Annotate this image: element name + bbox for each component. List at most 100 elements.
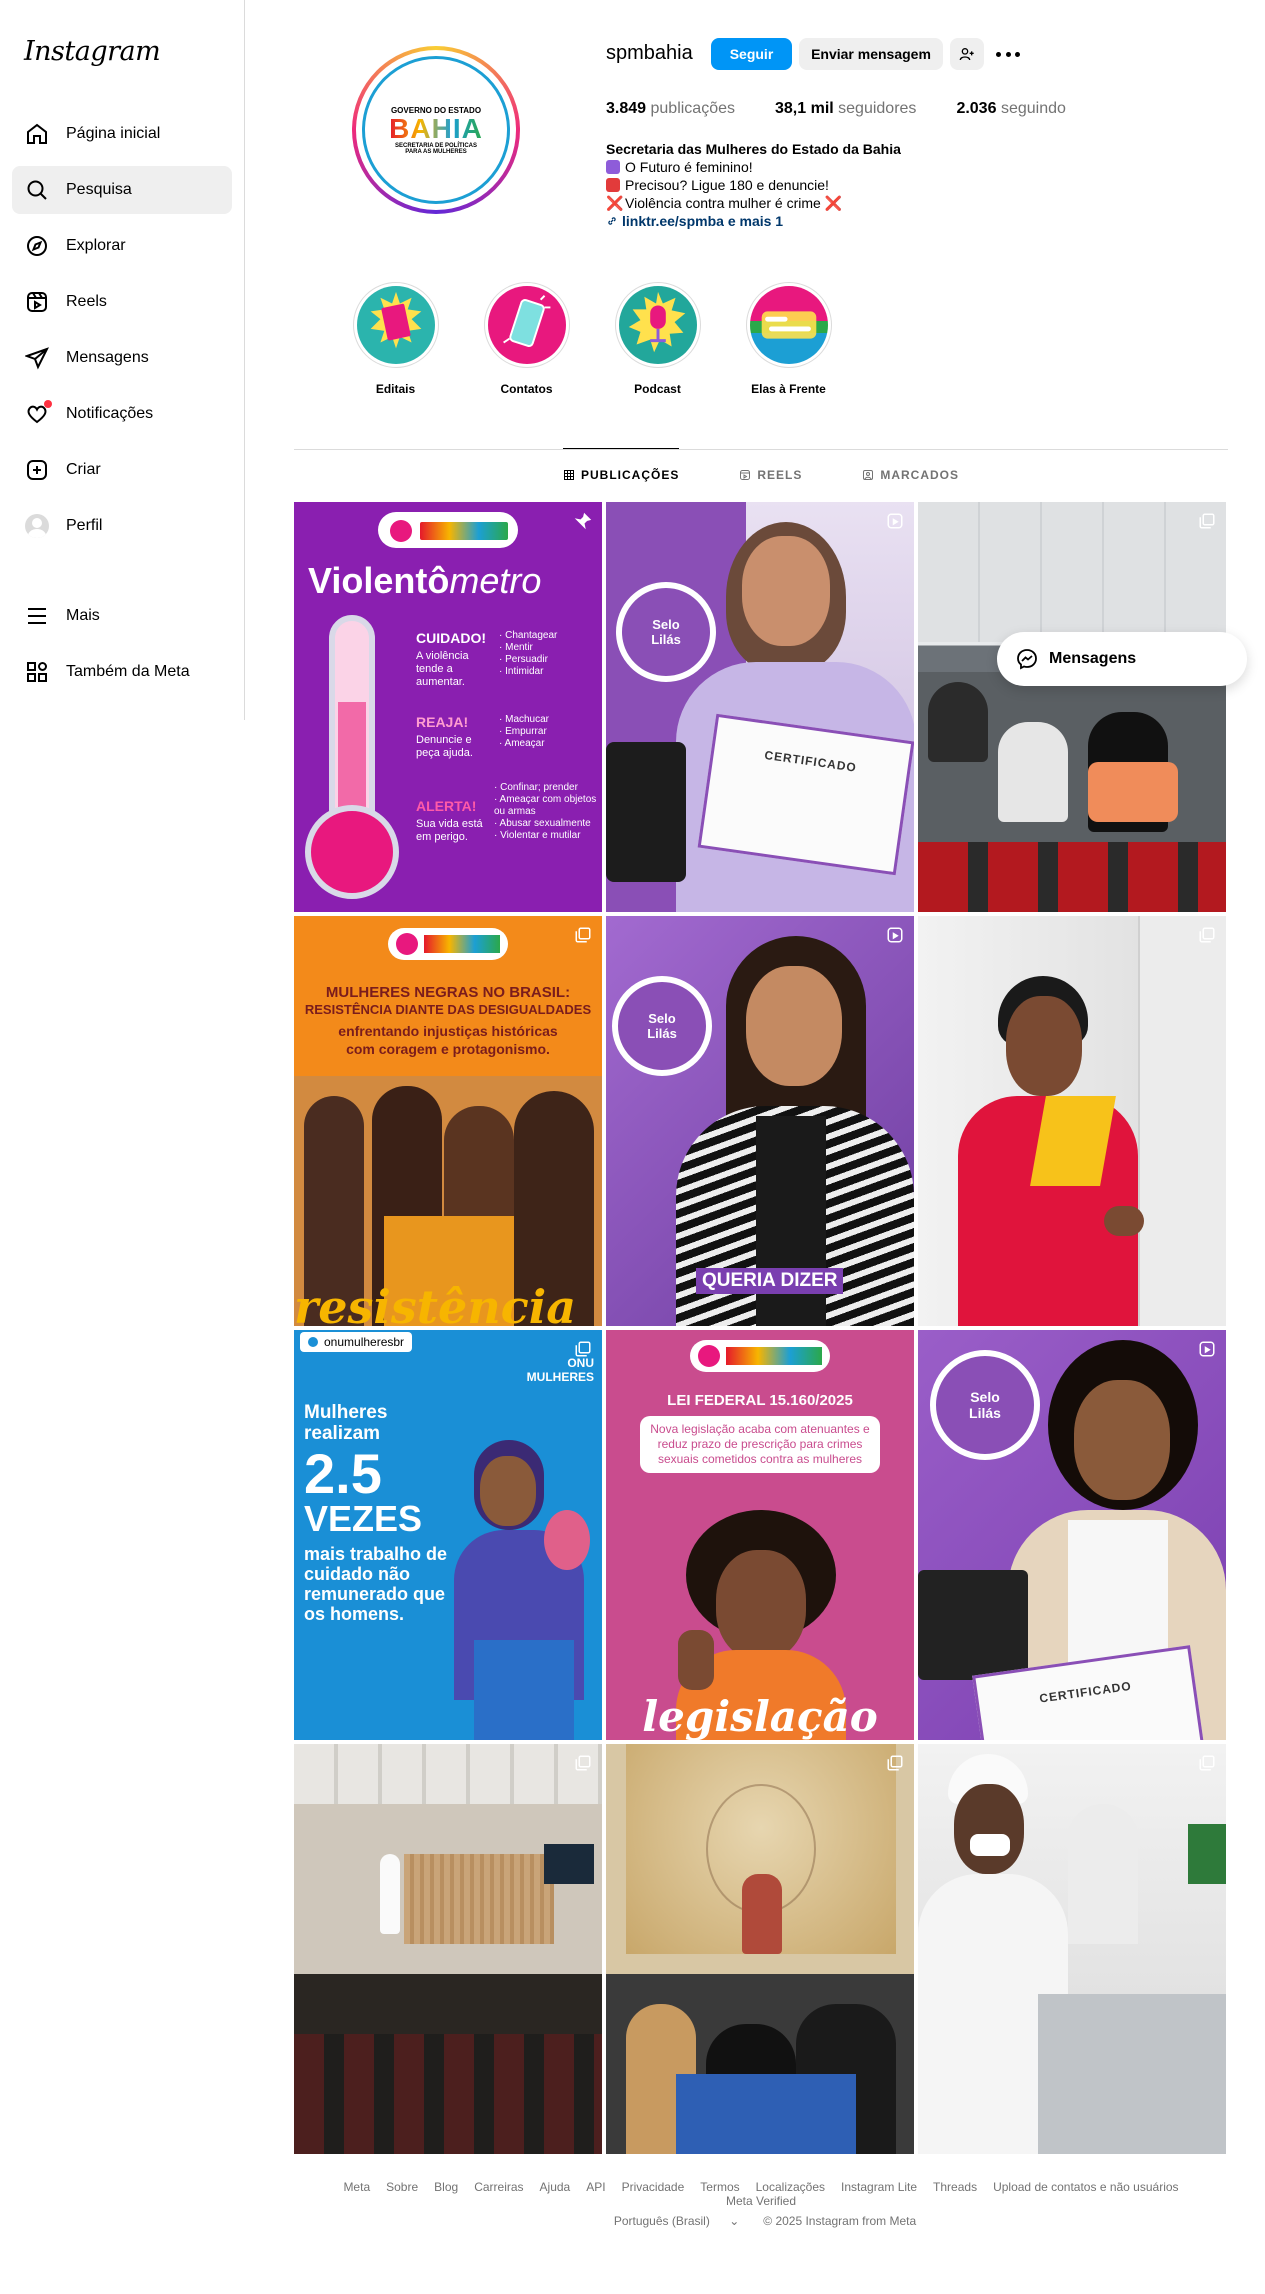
- posts-grid: Violentômetro CUIDADO! A violência tende…: [294, 502, 1228, 2154]
- post[interactable]: MULHERES NEGRAS NO BRASIL: RESISTÊNCIA D…: [294, 916, 602, 1326]
- tab-tagged[interactable]: MARCADOS: [862, 449, 959, 501]
- post[interactable]: [918, 1744, 1226, 2154]
- nav-search[interactable]: Pesquisa: [12, 166, 232, 214]
- footer-link[interactable]: Ajuda: [540, 2180, 571, 2194]
- post[interactable]: Selo Lilás QUERIA DIZER: [606, 916, 914, 1326]
- reels-icon: [740, 470, 751, 480]
- footer-link[interactable]: Sobre: [386, 2180, 418, 2194]
- certificate: CERTIFICADO: [697, 713, 914, 876]
- raised-hand: [678, 1630, 714, 1690]
- post[interactable]: [294, 1744, 602, 2154]
- dot: [1005, 51, 1011, 57]
- law-description: Nova legislação acaba com atenuantes e r…: [640, 1416, 880, 1473]
- profile-username: spmbahia: [606, 42, 693, 64]
- stat-label: seguindo: [1000, 100, 1066, 117]
- nav-messages[interactable]: Mensagens: [12, 334, 232, 382]
- pin-icon: [574, 512, 592, 530]
- profile-stats: 3.849 publicações 38,1 mil seguidores 2.…: [606, 100, 1106, 118]
- chairs: [918, 842, 1226, 912]
- highlight-contatos[interactable]: Contatos: [461, 282, 592, 396]
- nav-notifications[interactable]: Notificações: [12, 390, 232, 438]
- footer-link[interactable]: Meta Verified: [726, 2194, 796, 2208]
- language-select[interactable]: Português (Brasil) ⌄: [606, 2214, 747, 2228]
- nav-more[interactable]: Mais: [12, 592, 232, 640]
- footer-link[interactable]: Threads: [933, 2180, 977, 2194]
- footer-link[interactable]: Upload de contatos e não usuários: [993, 2180, 1178, 2194]
- follow-button[interactable]: Seguir: [711, 38, 792, 70]
- tab-label: REELS: [757, 468, 803, 482]
- highlight-podcast[interactable]: Podcast: [592, 282, 723, 396]
- level-items: · Confinar; prender · Ameaçar com objeto…: [494, 782, 597, 841]
- nav-also-from-meta[interactable]: Também da Meta: [12, 648, 232, 696]
- highlight-label: Podcast: [634, 382, 681, 396]
- footer-link[interactable]: API: [586, 2180, 605, 2194]
- speaker: [380, 1854, 400, 1934]
- post[interactable]: Selo Lilás CERTIFICADO: [606, 502, 914, 912]
- footer-link[interactable]: Termos: [700, 2180, 739, 2194]
- ceiling: [294, 1744, 602, 1804]
- menu-icon: [24, 603, 50, 629]
- bio-line: O Futuro é feminino!: [606, 158, 901, 176]
- footer-link[interactable]: Instagram Lite: [841, 2180, 917, 2194]
- grid-icon: [563, 470, 574, 480]
- highlight-ring: [483, 282, 570, 368]
- footer-link[interactable]: Privacidade: [622, 2180, 685, 2194]
- reel-icon: [886, 926, 904, 944]
- suggested-users-button[interactable]: [950, 38, 984, 70]
- footer-bottom: Português (Brasil) ⌄ © 2025 Instagram fr…: [294, 2214, 1228, 2228]
- collab-tag[interactable]: onumulheresbr: [300, 1332, 413, 1352]
- person-face: [742, 536, 830, 646]
- logo-line3: SECRETARIA DE POLÍTICAS PARA AS MULHERES: [394, 142, 477, 155]
- highlight-cover: [487, 286, 566, 364]
- stat-following[interactable]: 2.036 seguindo: [956, 100, 1065, 118]
- main-nav: Página inicial Pesquisa Explorar Reels M…: [12, 110, 232, 558]
- bio-link[interactable]: linktr.ee/spmba e mais 1: [622, 212, 783, 230]
- post[interactable]: Selo Lilás CERTIFICADO: [918, 1330, 1226, 1740]
- post[interactable]: [606, 1744, 914, 2154]
- bio-link-row[interactable]: linktr.ee/spmba e mais 1: [606, 212, 901, 230]
- screen: [544, 1844, 594, 1884]
- instagram-logo[interactable]: Instagram: [24, 36, 161, 67]
- tab-reels[interactable]: REELS: [739, 449, 802, 501]
- blouse: [756, 1116, 826, 1326]
- send-message-button[interactable]: Enviar mensagem: [799, 38, 943, 70]
- level-head: CUIDADO!: [416, 630, 486, 646]
- bahia-logo-icon: [424, 935, 500, 953]
- footer-link[interactable]: Carreiras: [474, 2180, 523, 2194]
- profile-tabs: PUBLICAÇÕES REELS MARCADOS: [294, 448, 1228, 501]
- stat-value: 2.036: [956, 100, 997, 117]
- footer-link[interactable]: Blog: [434, 2180, 458, 2194]
- highlight-editais[interactable]: Editais: [330, 282, 461, 396]
- nav-profile[interactable]: Perfil: [12, 502, 232, 550]
- highlight-label: Elas à Frente: [751, 382, 826, 396]
- nav-create[interactable]: Criar: [12, 446, 232, 494]
- nav-explore[interactable]: Explorar: [12, 222, 232, 270]
- nav-home[interactable]: Página inicial: [12, 110, 232, 158]
- ceiling: [918, 502, 1226, 642]
- stat-label: seguidores: [838, 100, 917, 117]
- level-head: REAJA!: [416, 714, 469, 730]
- nav-reels[interactable]: Reels: [12, 278, 232, 326]
- chevron-down-icon: ⌄: [729, 2214, 740, 2228]
- post[interactable]: onumulheresbr ONU MULHERES Mulheres real…: [294, 1330, 602, 1740]
- highlight-elas-a-frente[interactable]: Elas à Frente: [723, 282, 854, 396]
- messages-floating-button[interactable]: Mensagens: [997, 632, 1247, 686]
- stat-followers[interactable]: 38,1 mil seguidores: [775, 100, 916, 118]
- nav-explore-label: Explorar: [66, 237, 126, 254]
- nav-home-label: Página inicial: [66, 125, 161, 142]
- wood-panel: [404, 1854, 554, 1944]
- footer-link[interactable]: Localizações: [756, 2180, 825, 2194]
- tab-posts[interactable]: PUBLICAÇÕES: [562, 448, 680, 501]
- compass-icon: [24, 233, 50, 259]
- title-part: metro: [449, 560, 542, 601]
- nav-search-label: Pesquisa: [66, 181, 132, 198]
- post[interactable]: Violentômetro CUIDADO! A violência tende…: [294, 502, 602, 912]
- footer-link[interactable]: Meta: [343, 2180, 370, 2194]
- home-icon: [24, 121, 50, 147]
- post[interactable]: LEI FEDERAL 15.160/2025 Nova legislação …: [606, 1330, 914, 1740]
- profile-picture[interactable]: GOVERNO DO ESTADO BAHIA SECRETARIA DE PO…: [352, 46, 520, 214]
- post[interactable]: [918, 502, 1226, 912]
- more-options-button[interactable]: [996, 46, 1020, 62]
- post[interactable]: [918, 916, 1226, 1326]
- link-icon: [608, 217, 616, 225]
